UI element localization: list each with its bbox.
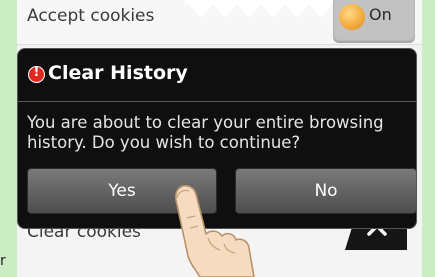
accept-cookies-toggle[interactable]: On <box>333 0 415 43</box>
no-button[interactable]: No <box>235 168 416 214</box>
toggle-knob-icon <box>339 4 365 30</box>
dialog-header: Clear History <box>18 49 416 102</box>
dialog-title: Clear History <box>48 62 188 84</box>
finger-icon <box>174 184 255 277</box>
torn-edge-decoration <box>185 0 355 18</box>
side-text: r <box>0 253 6 269</box>
alert-icon <box>28 65 45 83</box>
accept-cookies-label: Accept cookies <box>27 6 155 26</box>
accept-cookies-row[interactable]: Accept cookies On <box>17 0 422 45</box>
settings-screen: Accept cookies On Clear cookies Clear Hi… <box>17 0 422 277</box>
dialog-message: You are about to clear your entire brows… <box>27 113 384 152</box>
toggle-state-label: On <box>369 5 392 24</box>
